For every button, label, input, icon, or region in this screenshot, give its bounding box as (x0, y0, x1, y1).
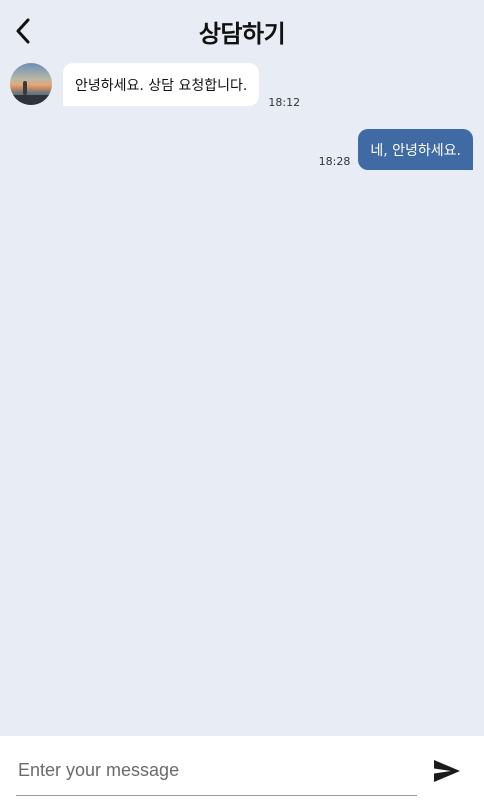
message-bubble-outgoing[interactable]: 네, 안녕하세요. (358, 129, 473, 170)
send-icon (434, 760, 460, 782)
message-input[interactable] (16, 746, 417, 796)
message-row-outgoing: 18:28 네, 안녕하세요. (319, 129, 473, 170)
avatar-figure (23, 81, 27, 95)
message-row-incoming: 안녕하세요. 상담 요청합니다. 18:12 (10, 63, 300, 109)
send-button[interactable] (430, 756, 464, 786)
message-list[interactable]: 안녕하세요. 상담 요청합니다. 18:12 18:28 네, 안녕하세요. (0, 58, 484, 734)
page-title: 상담하기 (198, 20, 286, 48)
app-header: 상담하기 (0, 0, 484, 58)
message-bubble-incoming[interactable]: 안녕하세요. 상담 요청합니다. (63, 63, 260, 106)
avatar-ground (10, 95, 52, 105)
message-time: 18:12 (268, 96, 301, 109)
message-composer (0, 736, 484, 806)
message-time: 18:28 (318, 155, 351, 168)
avatar[interactable] (10, 63, 52, 105)
